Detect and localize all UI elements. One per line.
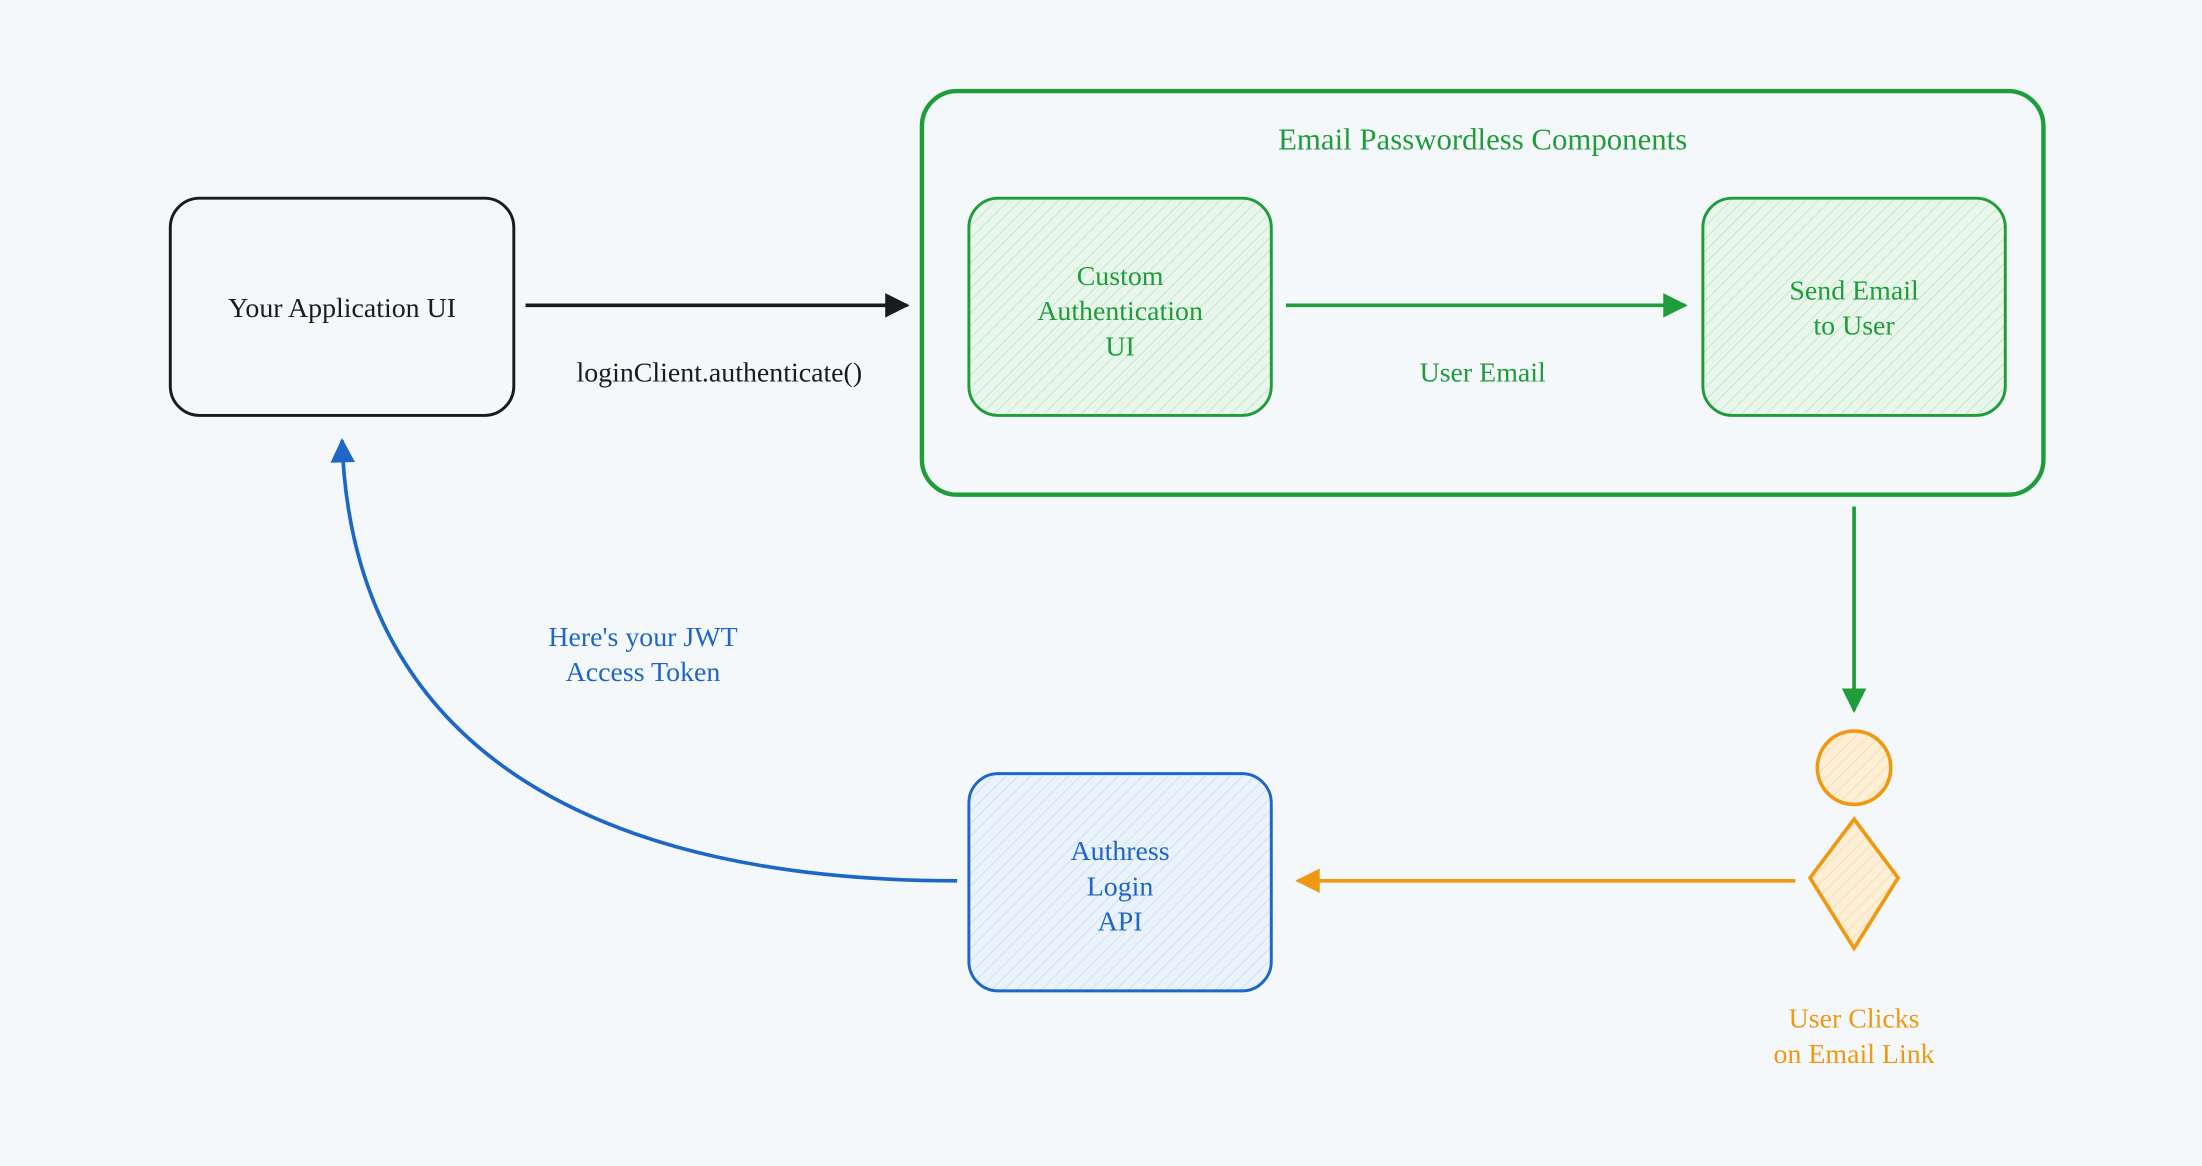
custom-auth-line-0: Custom: [1077, 261, 1164, 292]
authress-line-2: API: [1098, 907, 1143, 938]
send-email-line-0: Send Email: [1789, 275, 1919, 306]
app-ui-line-0: Your Application UI: [228, 293, 456, 324]
components-title: Email Passwordless Components: [1278, 123, 1687, 157]
user-clicks-line-0: User Clicks: [1789, 1004, 1920, 1035]
label-auth-call: loginClient.authenticate(): [577, 358, 863, 389]
send-email-line-1: to User: [1813, 311, 1895, 342]
custom-auth-line-1: Authentication: [1037, 296, 1203, 327]
authress-line-0: Authress: [1071, 836, 1170, 867]
send-email-box: Send Email to User: [1703, 198, 2005, 415]
custom-auth-ui-box: Custom Authentication UI: [969, 198, 1271, 415]
label-user-email: User Email: [1420, 358, 1546, 389]
jwt-line-0: Here's your JWT: [548, 622, 737, 653]
authress-line-1: Login: [1087, 871, 1154, 902]
custom-auth-line-2: UI: [1105, 331, 1134, 362]
user-clicks-line-1: on Email Link: [1774, 1039, 1935, 1070]
diagram-canvas: Email Passwordless Components Custom Aut…: [0, 0, 2202, 1166]
authress-login-api-box: Authress Login API: [969, 774, 1271, 991]
jwt-line-1: Access Token: [566, 657, 721, 688]
